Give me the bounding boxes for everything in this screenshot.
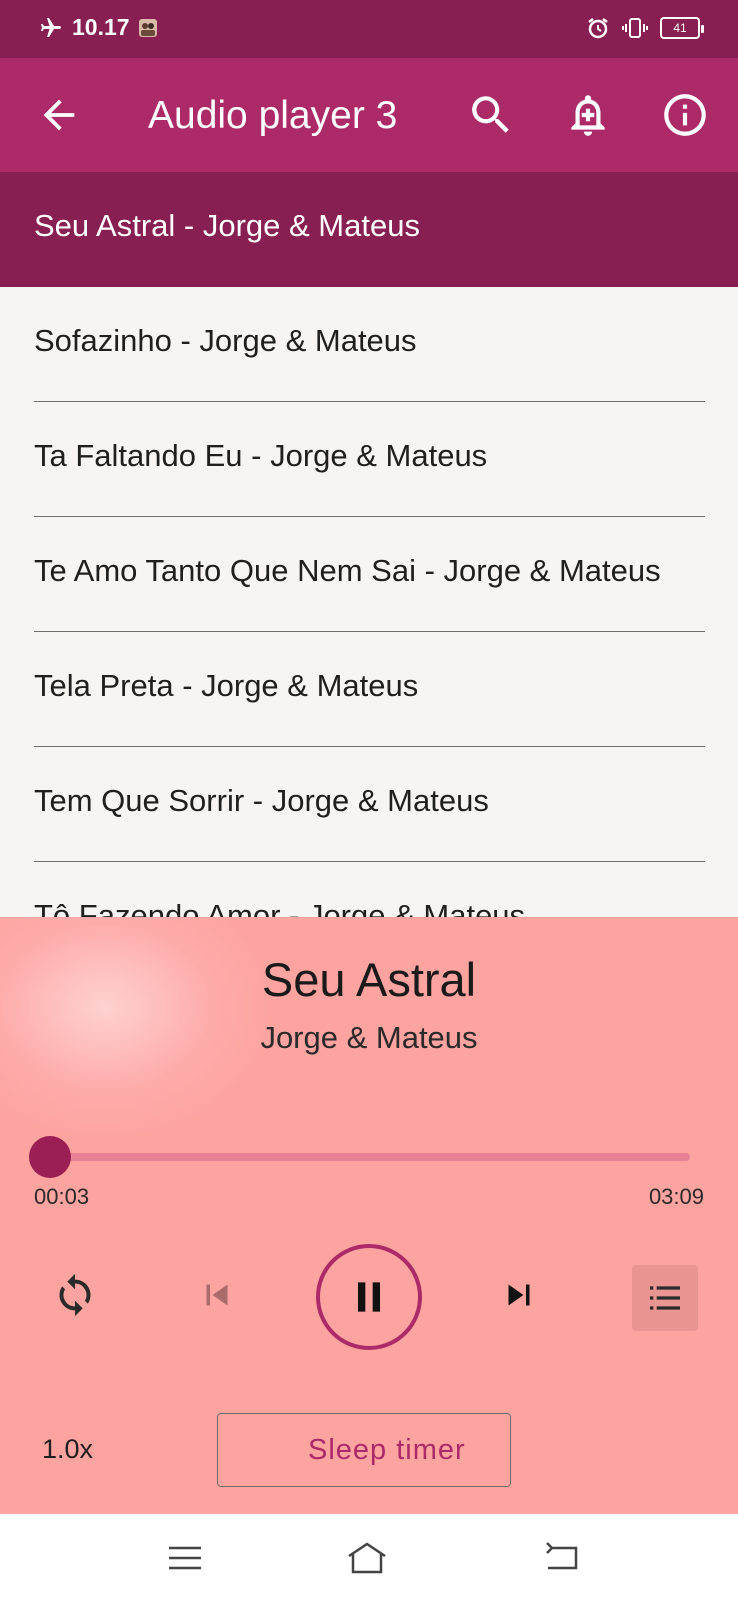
status-bar: 10.17 41 [0, 0, 738, 58]
bell-plus-icon[interactable] [563, 90, 613, 140]
airplane-mode-icon [41, 17, 61, 37]
list-item-label: Te Amo Tanto Que Nem Sai - Jorge & Mateu… [34, 553, 661, 588]
list-item[interactable]: Tem Que Sorrir - Jorge & Mateus [0, 747, 738, 862]
sleep-timer-button[interactable]: Sleep timer [217, 1413, 511, 1487]
playlist: Seu Astral - Jorge & Mateus Sofazinho - … [0, 172, 738, 917]
list-item-active[interactable]: Seu Astral - Jorge & Mateus [0, 172, 738, 287]
skip-previous-icon[interactable] [196, 1274, 238, 1316]
list-item-label: Tela Preta - Jorge & Mateus [34, 668, 419, 703]
info-icon[interactable] [660, 90, 710, 140]
moon-icon [263, 1437, 276, 1463]
list-item-label: Ta Faltando Eu - Jorge & Mateus [34, 438, 488, 473]
now-playing-title: Seu Astral [261, 953, 477, 1006]
list-item-label: Tô Fazendo Amor - Jorge & Mateus [34, 898, 526, 917]
total-time: 03:09 [648, 1184, 704, 1209]
notification-thumbnail-icon [138, 18, 157, 37]
list-item[interactable]: Te Amo Tanto Que Nem Sai - Jorge & Mateu… [0, 517, 738, 632]
home-icon[interactable] [345, 1538, 389, 1578]
battery-icon: 41 [660, 17, 704, 39]
search-icon[interactable] [466, 90, 516, 140]
skip-next-icon[interactable] [498, 1274, 540, 1316]
status-time: 10.17 [72, 14, 130, 40]
sleep-timer-label: Sleep timer [308, 1433, 466, 1466]
queue-list-icon [650, 1286, 680, 1310]
back-icon[interactable] [540, 1538, 584, 1578]
repeat-icon[interactable] [52, 1272, 98, 1318]
progress-slider[interactable] [29, 1136, 690, 1178]
vibrate-icon [622, 18, 648, 38]
elapsed-time: 00:03 [34, 1184, 90, 1209]
player-panel: Seu Astral Jorge & Mateus 00:03 03:09 1.… [0, 917, 738, 1514]
page-title: Audio player 3 [148, 94, 398, 137]
now-playing-artist: Jorge & Mateus [260, 1020, 478, 1055]
queue-button[interactable] [632, 1265, 698, 1331]
list-item-label: Tem Que Sorrir - Jorge & Mateus [34, 783, 489, 818]
status-right: 41 [586, 16, 704, 40]
menu-icon[interactable] [163, 1538, 207, 1578]
list-item[interactable]: Tô Fazendo Amor - Jorge & Mateus [0, 862, 738, 917]
list-item[interactable]: Ta Faltando Eu - Jorge & Mateus [0, 402, 738, 517]
list-item-label: Seu Astral - Jorge & Mateus [34, 208, 420, 243]
progress-thumb[interactable] [29, 1136, 72, 1178]
app-bar: Audio player 3 [0, 58, 738, 172]
alarm-icon [588, 18, 608, 39]
arrow-left-icon[interactable] [36, 92, 82, 138]
list-item-label: Sofazinho - Jorge & Mateus [34, 323, 417, 358]
system-nav-bar [0, 1514, 738, 1600]
list-item[interactable]: Tela Preta - Jorge & Mateus [0, 632, 738, 747]
pause-button[interactable] [316, 1244, 422, 1350]
pause-icon [358, 1282, 380, 1312]
battery-level: 41 [673, 21, 687, 35]
status-left: 10.17 [38, 14, 158, 41]
list-item[interactable]: Sofazinho - Jorge & Mateus [0, 287, 738, 402]
playback-speed[interactable]: 1.0x [42, 1434, 93, 1465]
